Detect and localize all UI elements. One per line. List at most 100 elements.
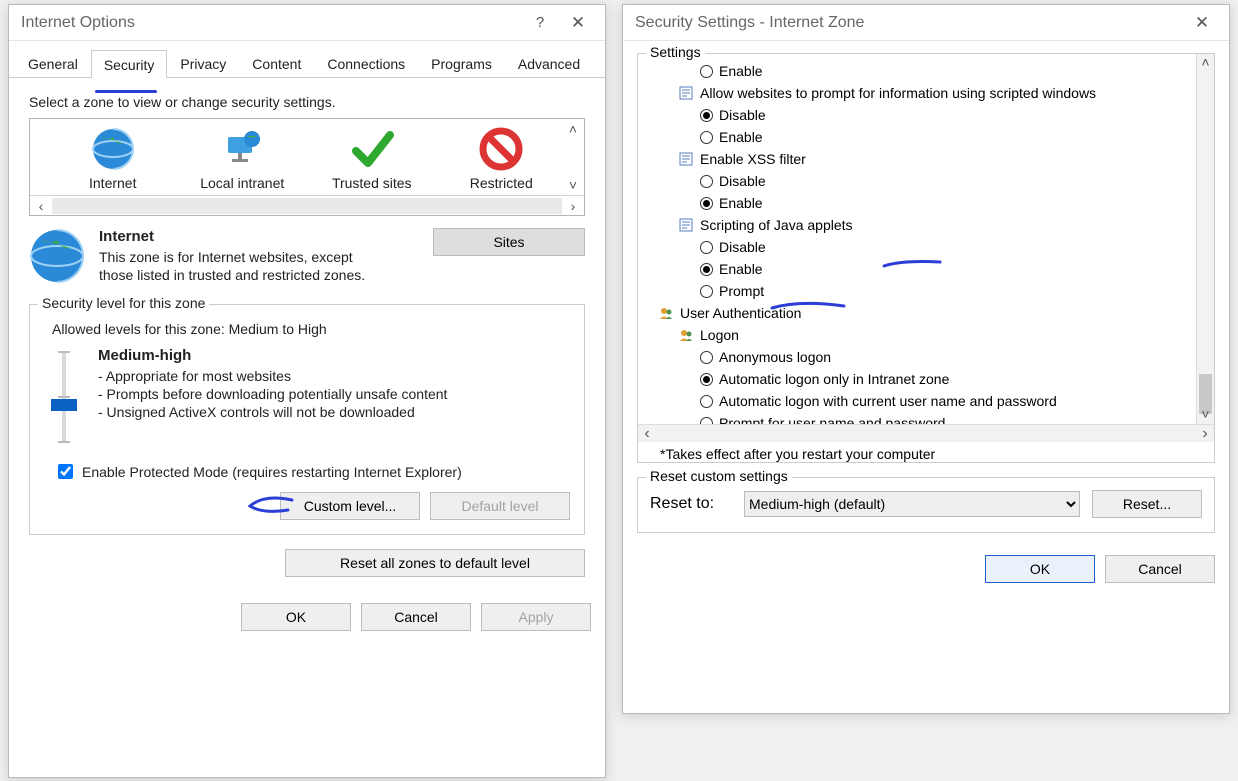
reset-legend: Reset custom settings (646, 468, 792, 484)
tree-category: Scripting of Java applets (678, 214, 1210, 236)
tree-option[interactable]: Enable (678, 60, 1210, 82)
slider-thumb[interactable] (51, 399, 77, 411)
radio-icon[interactable] (700, 241, 713, 254)
reset-all-zones-button[interactable]: Reset all zones to default level (285, 549, 585, 577)
globe-large-icon (29, 228, 85, 284)
tree-option[interactable]: Automatic logon only in Intranet zone (678, 368, 1210, 390)
scroll-left[interactable]: ‹ (30, 198, 52, 214)
radio-icon[interactable] (700, 65, 713, 78)
zone-hscroll[interactable]: ‹ › (30, 195, 584, 215)
option-label: Disable (719, 107, 766, 123)
close-button[interactable]: ✕ (1183, 13, 1221, 33)
radio-icon[interactable] (700, 373, 713, 386)
tab-connections[interactable]: Connections (314, 49, 418, 77)
apply-button[interactable]: Apply (481, 603, 591, 631)
script-icon (678, 85, 694, 101)
option-label: Disable (719, 173, 766, 189)
allowed-levels: Allowed levels for this zone: Medium to … (52, 321, 570, 337)
tree-option[interactable]: Prompt for user name and password (678, 412, 1210, 424)
protected-mode-checkbox[interactable] (58, 464, 73, 479)
zone-local-intranet[interactable]: Local intranet (182, 127, 302, 191)
security-slider[interactable] (44, 347, 84, 443)
intranet-icon (220, 127, 264, 171)
users-icon (658, 305, 674, 321)
radio-icon[interactable] (700, 175, 713, 188)
ok-button[interactable]: OK (985, 555, 1095, 583)
zone-trusted-sites[interactable]: Trusted sites (312, 127, 432, 191)
tree-option[interactable]: Anonymous logon (678, 346, 1210, 368)
fieldset-legend: Security level for this zone (38, 295, 209, 311)
zone-scroll-down[interactable]: ˅ (564, 177, 582, 193)
tree-option[interactable]: Disable (678, 170, 1210, 192)
security-level-fieldset: Security level for this zone Allowed lev… (29, 304, 585, 535)
annotation-underline (95, 90, 157, 93)
settings-tree[interactable]: Enable Allow websites to prompt for infor… (638, 54, 1214, 424)
zone-label: Local intranet (182, 175, 302, 191)
option-label: Anonymous logon (719, 349, 831, 365)
default-level-button[interactable]: Default level (430, 492, 570, 520)
zone-restricted-sites[interactable]: Restricted (441, 127, 561, 191)
tree-option[interactable]: Disable (678, 236, 1210, 258)
radio-icon[interactable] (700, 417, 713, 425)
script-icon (678, 217, 694, 233)
tab-advanced[interactable]: Advanced (505, 49, 593, 77)
ok-button[interactable]: OK (241, 603, 351, 631)
option-label: Prompt for user name and password (719, 415, 945, 424)
category-label: Allow websites to prompt for information… (700, 85, 1096, 101)
radio-icon[interactable] (700, 395, 713, 408)
zone-scroll-up[interactable]: ˄ (564, 121, 582, 137)
scroll-right-icon[interactable]: › (1196, 425, 1214, 443)
radio-icon[interactable] (700, 263, 713, 276)
reset-button[interactable]: Reset... (1092, 490, 1202, 518)
tree-vscroll[interactable]: ˄ ˅ (1196, 54, 1214, 424)
reset-to-select[interactable]: Medium-high (default) (744, 491, 1080, 517)
radio-icon[interactable] (700, 197, 713, 210)
tab-content[interactable]: Content (239, 49, 314, 77)
option-label: Enable (719, 261, 763, 277)
restart-note: *Takes effect after you restart your com… (660, 446, 1214, 462)
cancel-button[interactable]: Cancel (361, 603, 471, 631)
tree-option[interactable]: Disable (678, 104, 1210, 126)
zone-label: Internet (53, 175, 173, 191)
custom-level-button[interactable]: Custom level... (280, 492, 420, 520)
tree-option[interactable]: Automatic logon with current user name a… (678, 390, 1210, 412)
tab-privacy[interactable]: Privacy (167, 49, 239, 77)
tree-option[interactable]: Prompt (678, 280, 1210, 302)
scroll-track[interactable] (52, 198, 562, 214)
close-button[interactable]: ✕ (559, 13, 597, 33)
dialog-title: Internet Options (21, 14, 521, 32)
tree-option[interactable]: Enable (678, 126, 1210, 148)
dialog-footer: OK Cancel Apply (9, 591, 605, 643)
zone-description: Internet This zone is for Internet websi… (29, 228, 585, 284)
zone-instruction: Select a zone to view or change security… (29, 94, 585, 110)
cancel-button[interactable]: Cancel (1105, 555, 1215, 583)
radio-icon[interactable] (700, 351, 713, 364)
tab-programs[interactable]: Programs (418, 49, 505, 77)
scroll-down-icon[interactable]: ˅ (1197, 406, 1214, 424)
tree-hscroll[interactable]: ‹ › (638, 424, 1214, 442)
radio-icon[interactable] (700, 285, 713, 298)
scroll-up-icon[interactable]: ˄ (1197, 54, 1214, 72)
zone-internet[interactable]: Internet (53, 127, 173, 191)
scroll-right[interactable]: › (562, 198, 584, 214)
tab-general[interactable]: General (15, 49, 91, 77)
zone-desc-text: This zone is for Internet websites, exce… (99, 249, 369, 284)
zone-label: Restricted (441, 175, 561, 191)
level-name: Medium-high (98, 347, 447, 364)
radio-icon[interactable] (700, 131, 713, 144)
option-label: Automatic logon only in Intranet zone (719, 371, 949, 387)
zone-name: Internet (99, 228, 369, 245)
category-label: Scripting of Java applets (700, 217, 853, 233)
tree-option[interactable]: Enable (678, 258, 1210, 280)
radio-icon[interactable] (700, 109, 713, 122)
sites-button[interactable]: Sites (433, 228, 585, 256)
settings-fieldset: Settings EnableAllow websites to prompt … (637, 53, 1215, 463)
category-label: Logon (700, 327, 739, 343)
option-label: Disable (719, 239, 766, 255)
scroll-left-icon[interactable]: ‹ (638, 425, 656, 443)
help-button[interactable]: ? (521, 14, 559, 31)
tree-option[interactable]: Enable (678, 192, 1210, 214)
category-label: Enable XSS filter (700, 151, 806, 167)
tab-security[interactable]: Security (91, 50, 168, 78)
option-label: Enable (719, 63, 763, 79)
